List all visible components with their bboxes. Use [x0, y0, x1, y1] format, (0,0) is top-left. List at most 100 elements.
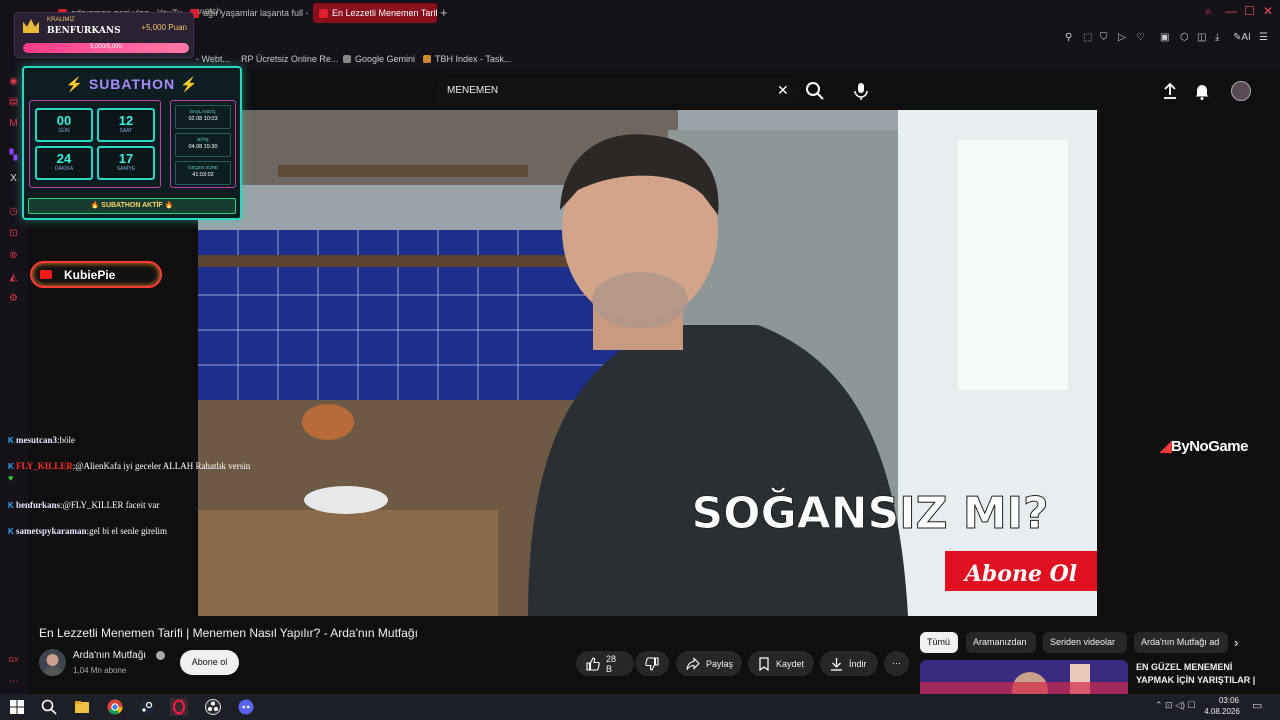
steam-icon[interactable]: [138, 698, 156, 716]
timer-minutes: 24 DAKİKA: [35, 146, 93, 180]
search-input[interactable]: MENEMEN: [447, 85, 498, 96]
sidebar-history-icon[interactable]: ⊚: [8, 250, 19, 261]
watermark-text: ByNoGame: [1171, 438, 1248, 455]
timer-label: DAKİKA: [54, 166, 74, 172]
search-icon[interactable]: [40, 698, 58, 716]
chip-channel[interactable]: Arda'nın Mutfağı ad: [1134, 632, 1228, 653]
obs-icon[interactable]: [204, 698, 222, 716]
save-button[interactable]: Kaydet: [748, 651, 814, 676]
like-button[interactable]: 28 B: [576, 651, 634, 676]
chat-text: gel bi el senle girelim: [89, 526, 168, 536]
screenshot-icon[interactable]: ⬚: [1083, 32, 1092, 43]
chat-username: FLY_KILLER: [16, 461, 73, 471]
chat-text: @FLY_KILLER faceit var: [62, 500, 160, 510]
sidebar-mail-icon[interactable]: M: [8, 118, 19, 129]
timer-days: 00 GÜN: [35, 108, 93, 142]
video-title: En Lezzetli Menemen Tarifi | Menemen Nas…: [39, 626, 418, 640]
share-button[interactable]: Paylaş: [676, 651, 742, 676]
search-tabs-icon[interactable]: ⌕: [1205, 4, 1212, 19]
sidebar-app-icon[interactable]: ◉: [8, 76, 19, 87]
opera-gx-icon[interactable]: [170, 698, 188, 716]
tab-label: En Lezzetli Menemen Tarifi: [332, 8, 437, 18]
chat-username: benfurkans: [16, 500, 61, 510]
subscribe-button[interactable]: Abone ol: [180, 650, 239, 675]
discord-icon[interactable]: [237, 698, 255, 716]
close-window-button[interactable]: ✕: [1263, 4, 1273, 18]
clock-time[interactable]: 03:06: [1209, 696, 1249, 705]
sidebar-shape-icon[interactable]: ◭: [8, 272, 19, 283]
subathon-start: BAŞLANGIÇ 02.08 10:03: [175, 105, 231, 129]
bookmark-label: - Webt...: [196, 54, 230, 64]
microphone-icon[interactable]: [851, 81, 871, 101]
notifications-bell-icon[interactable]: [1194, 82, 1210, 100]
file-explorer-icon[interactable]: [73, 698, 91, 716]
notifications-icon[interactable]: ▭: [1252, 699, 1262, 712]
heart-emote-icon: ♥: [8, 473, 14, 483]
chip-series-videos[interactable]: Seriden videolar: [1043, 632, 1127, 653]
heart-icon[interactable]: ♡: [1136, 32, 1145, 43]
channel-avatar[interactable]: [39, 649, 66, 676]
bookmark[interactable]: Google Gemini: [343, 54, 415, 64]
channel-name[interactable]: Arda'nın Mutfağı: [73, 650, 146, 661]
subathon-title: ⚡ SUBATHON ⚡: [65, 76, 199, 92]
recommended-video-title[interactable]: EN GÜZEL MENEMENİ YAPMAK İÇİN YARIŞTILAR…: [1136, 661, 1256, 687]
ai-icon[interactable]: ✎AI: [1233, 32, 1251, 43]
sidebar-gx-icon[interactable]: GX: [8, 655, 19, 666]
thumbnail-image: [920, 660, 1128, 694]
chat-text: @AlienKafa iyi geceler ALLAH Rahatlık ve…: [75, 461, 251, 471]
search-icon[interactable]: [805, 81, 825, 101]
shield-icon[interactable]: ⛉: [1100, 32, 1108, 43]
minimize-button[interactable]: —: [1225, 4, 1237, 18]
clock-date[interactable]: 4.08.2026: [1202, 707, 1242, 716]
more-actions-button[interactable]: ⋯: [884, 651, 909, 676]
system-tray-icons[interactable]: ⌃ ⊡ ◁) ☐: [1155, 700, 1196, 711]
bookmark-icon: [759, 656, 769, 671]
bookmark[interactable]: - Webt...: [196, 54, 230, 64]
timer-seconds: 17 SANİYE: [97, 146, 155, 180]
sidebar-clock-icon[interactable]: ◷: [8, 206, 19, 217]
chip-all[interactable]: Tümü: [920, 632, 958, 653]
extension-icon[interactable]: ▣: [1160, 32, 1169, 43]
upload-icon[interactable]: [1162, 82, 1178, 100]
download-icon[interactable]: ⤓: [1215, 32, 1219, 43]
sidebar-box-icon[interactable]: ⊡: [8, 228, 19, 239]
new-tab-button[interactable]: +: [440, 5, 448, 20]
camera-icon[interactable]: ◫: [1197, 32, 1206, 43]
chevron-right-icon[interactable]: ›: [1234, 635, 1238, 650]
dislike-button[interactable]: [635, 651, 669, 676]
more-icon: ⋯: [892, 658, 901, 668]
play-icon[interactable]: ▷: [1118, 32, 1126, 43]
bookmark[interactable]: TBH Index - Task...: [423, 54, 511, 64]
share-label: Paylaş: [706, 658, 734, 669]
chrome-icon[interactable]: [106, 698, 124, 716]
menu-icon[interactable]: ☰: [1259, 32, 1268, 43]
clear-search-icon[interactable]: ✕: [777, 82, 789, 99]
x-icon[interactable]: X: [8, 173, 19, 184]
bookmark[interactable]: RP Ücretsiz Online Re...: [241, 54, 338, 64]
pin-icon[interactable]: ⚲: [1065, 32, 1072, 43]
address-text[interactable]: watch: [198, 6, 222, 16]
browser-tab-active[interactable]: En Lezzetli Menemen Tarifi: [313, 3, 437, 23]
info-label: GEÇEN SÜRE: [188, 165, 218, 170]
chat-text: böle: [59, 435, 76, 445]
windows-start-icon[interactable]: [8, 698, 26, 716]
crown-icon: [23, 19, 39, 33]
settings-icon[interactable]: ⚙: [8, 293, 19, 304]
account-avatar[interactable]: [1231, 81, 1251, 101]
download-icon: [831, 657, 842, 671]
thumbs-up-icon: [586, 656, 600, 671]
recommended-video-thumbnail[interactable]: [920, 660, 1128, 694]
sidebar-app-icon[interactable]: ▤: [8, 96, 19, 107]
maximize-button[interactable]: ☐: [1244, 4, 1255, 18]
video-player[interactable]: Abone Ol SOĞANSIZ MI?: [198, 110, 1097, 616]
info-label: BİTİŞ: [197, 137, 209, 142]
youtube-icon: [40, 270, 52, 279]
search-box[interactable]: MENEMEN ✕: [436, 78, 800, 104]
download-button[interactable]: İndir: [820, 651, 878, 676]
download-label: İndir: [849, 658, 867, 669]
chip-from-search[interactable]: Aramanızdan: [966, 632, 1036, 653]
twitch-icon[interactable]: ▚: [8, 150, 19, 161]
chat-message: K mesutcan3:böle: [8, 435, 76, 445]
sidebar-more-icon[interactable]: ⋯: [8, 676, 19, 687]
puzzle-icon[interactable]: ⬡: [1180, 32, 1189, 43]
